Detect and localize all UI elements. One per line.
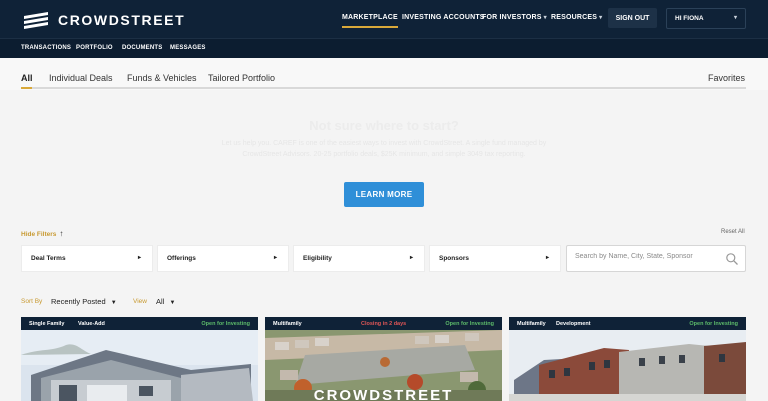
deal-asset-type: Multifamily <box>273 321 302 327</box>
sort-by-dropdown[interactable]: Recently Posted ▼ <box>51 297 117 306</box>
arrow-up-icon: ↑ <box>59 229 64 238</box>
tab-all[interactable]: All <box>21 73 33 83</box>
subnav-portfolio[interactable]: PORTFOLIO <box>76 45 113 51</box>
reset-all-link[interactable]: Reset All <box>721 229 745 235</box>
chevron-down-icon: ▾ <box>599 15 603 21</box>
deal-card-header: Multifamily Closing in 2 days Open for I… <box>265 317 502 330</box>
hide-filters-toggle[interactable]: Hide Filters ↑ <box>21 229 63 238</box>
filter-eligibility[interactable]: Eligibility ▸ <box>293 245 425 272</box>
tab-tailored-portfolio[interactable]: Tailored Portfolio <box>208 73 275 83</box>
hero-banner: Not sure where to start? Let us help you… <box>0 90 768 218</box>
nav-for-investors[interactable]: FOR INVESTORS ▾ <box>482 14 547 21</box>
tab-funds-vehicles[interactable]: Funds & Vehicles <box>127 73 197 83</box>
chevron-right-icon: ▸ <box>409 255 413 261</box>
chevron-down-icon: ▾ <box>543 15 547 21</box>
caret-down-icon: ▼ <box>110 300 117 306</box>
hero-title: Not sure where to start? <box>309 118 459 133</box>
chevron-right-icon: ▸ <box>545 255 549 261</box>
filter-offerings-label: Offerings <box>167 255 196 262</box>
marketplace-tabs: All Individual Deals Funds & Vehicles Ta… <box>0 58 768 90</box>
nav-marketplace-label: MARKETPLACE <box>342 14 398 21</box>
deal-card-header: Multifamily Development Open for Investi… <box>509 317 746 330</box>
top-navbar: CROWDSTREET MARKETPLACE INVESTING ACCOUN… <box>0 0 768 38</box>
chevron-right-icon: ▸ <box>273 255 277 261</box>
subnav-transactions[interactable]: TRANSACTIONS <box>21 45 71 51</box>
search-input[interactable] <box>575 253 725 260</box>
deal-photo-single-family-home <box>21 330 258 401</box>
filter-eligibility-label: Eligibility <box>303 255 332 262</box>
chevron-right-icon: ▸ <box>137 255 141 261</box>
nav-investing-accounts-label: INVESTING ACCOUNTS <box>402 14 485 21</box>
tab-favorites[interactable]: Favorites <box>708 73 745 83</box>
nav-resources[interactable]: RESOURCES ▾ <box>551 14 602 21</box>
subnav-messages[interactable]: MESSAGES <box>170 45 206 51</box>
view-dropdown[interactable]: All ▼ <box>156 297 175 306</box>
sign-out-button[interactable]: SIGN OUT <box>608 8 657 28</box>
deal-closing-notice: Closing in 2 days <box>361 321 407 327</box>
filter-deal-terms-label: Deal Terms <box>31 255 66 262</box>
search-icon[interactable] <box>725 252 739 266</box>
hero-subtitle: Let us help you. CAREF is one of the eas… <box>221 140 547 158</box>
deal-card[interactable]: Single Family Value-Add Open for Investi… <box>21 317 258 401</box>
caret-down-icon: ▼ <box>169 300 176 306</box>
tab-individual-deals[interactable]: Individual Deals <box>49 73 113 83</box>
deal-asset-type: Multifamily <box>517 321 546 327</box>
deal-strategy: Value-Add <box>78 321 105 327</box>
deal-card[interactable]: Multifamily Closing in 2 days Open for I… <box>265 317 502 401</box>
deal-status: Open for Investing <box>201 321 250 327</box>
deal-asset-type: Single Family <box>29 321 65 327</box>
deal-status: Open for Investing <box>445 321 494 327</box>
filter-deal-terms[interactable]: Deal Terms ▸ <box>21 245 153 272</box>
learn-more-button[interactable]: LEARN MORE <box>344 182 424 207</box>
view-label: View <box>133 298 147 305</box>
deal-card-header: Single Family Value-Add Open for Investi… <box>21 317 258 330</box>
deal-photo-townhomes <box>509 330 746 401</box>
view-value: All <box>156 297 165 306</box>
deal-status: Open for Investing <box>689 321 738 327</box>
nav-investing-accounts[interactable]: INVESTING ACCOUNTS <box>402 14 485 21</box>
crowdstreet-logo-icon <box>24 12 48 29</box>
tabs-divider <box>21 87 746 89</box>
sort-by-label: Sort By <box>21 298 43 305</box>
deal-strategy: Development <box>556 321 591 327</box>
sub-navbar: TRANSACTIONS PORTFOLIO DOCUMENTS MESSAGE… <box>0 38 768 58</box>
sort-by-value: Recently Posted <box>51 297 106 306</box>
filter-offerings[interactable]: Offerings ▸ <box>157 245 289 272</box>
subnav-documents[interactable]: DOCUMENTS <box>122 45 162 51</box>
brand-name: CROWDSTREET <box>58 12 186 28</box>
nav-marketplace[interactable]: MARKETPLACE <box>342 14 398 28</box>
filter-sponsors[interactable]: Sponsors ▸ <box>429 245 561 272</box>
brand-logo[interactable]: CROWDSTREET <box>22 10 185 30</box>
filter-sponsors-label: Sponsors <box>439 255 469 262</box>
search-box <box>566 245 746 272</box>
hide-filters-label: Hide Filters <box>21 231 57 238</box>
deal-card[interactable]: Multifamily Development Open for Investi… <box>509 317 746 401</box>
nav-resources-label: RESOURCES <box>551 14 598 21</box>
active-tab-indicator <box>21 87 32 89</box>
nav-for-investors-label: FOR INVESTORS <box>482 14 542 21</box>
watermark-text: CROWDSTREET <box>313 387 454 401</box>
chevron-down-icon: ▾ <box>733 15 737 21</box>
account-greeting: HI FIONA <box>675 15 704 22</box>
account-menu[interactable]: HI FIONA ▾ <box>666 8 746 29</box>
